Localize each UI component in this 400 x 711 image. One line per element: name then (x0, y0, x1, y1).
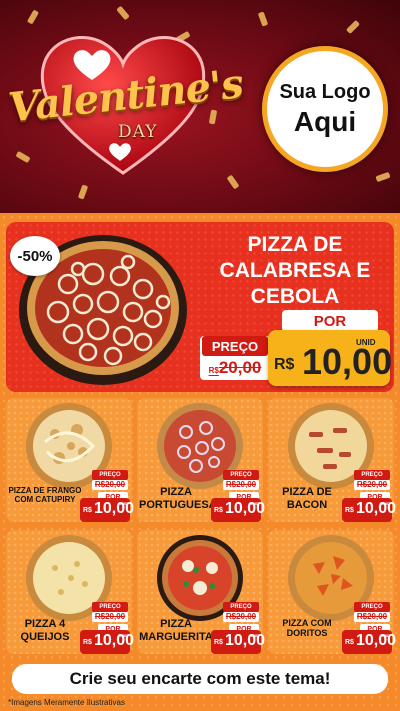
product-name: PIZZA MARGUERITA (139, 618, 213, 643)
cta-button[interactable]: Crie seu encarte com este tema! (12, 664, 388, 694)
logo-placeholder: Sua Logo Aqui (262, 46, 388, 172)
product-unit: UNID (118, 501, 128, 506)
product-currency: R$ (345, 507, 354, 514)
new-price-value: 10,00 (302, 341, 393, 382)
product-preco-label: PREÇO (354, 470, 390, 480)
product-new-price: R$ 10,00 UNID (211, 498, 265, 522)
valentines-subtitle: DAY (118, 122, 158, 142)
featured-por-label: POR (282, 310, 378, 332)
product-price: 10,00 (356, 632, 397, 649)
confetti-icon (257, 11, 269, 27)
product-preco-label: PREÇO (92, 470, 128, 480)
confetti-icon (375, 171, 391, 183)
product-old-price: R$20,00 (223, 612, 259, 622)
product-old-price: R$20,00 (354, 480, 390, 490)
product-new-price: R$ 10,00 UNID (80, 630, 134, 654)
old-price-value: 20,00 (218, 358, 262, 377)
product-name: PIZZA 4 QUEIJOS (20, 618, 70, 643)
product-price: 10,00 (94, 632, 135, 649)
product-preco-label: PREÇO (223, 470, 259, 480)
product-new-price: R$ 10,00 UNID (342, 630, 396, 654)
new-price-unit: UNID (356, 338, 376, 347)
featured-preco-label: PREÇO (202, 336, 268, 356)
logo-line2: Aqui (293, 105, 357, 137)
product-unit: UNID (380, 633, 390, 638)
featured-old-price: R$20,00 (202, 358, 268, 378)
product-price: 10,00 (356, 500, 397, 517)
product-price: 10,00 (94, 500, 135, 517)
balloon-heart-icon (109, 143, 131, 161)
confetti-icon (77, 184, 89, 200)
product-unit: UNID (249, 633, 259, 638)
product-preco-label: PREÇO (223, 602, 259, 612)
product-new-price: R$ 10,00 UNID (80, 498, 134, 522)
product-old-price: R$20,00 (354, 612, 390, 622)
disclaimer: *Imagens Meramente Ilustrativas (8, 698, 125, 707)
product-unit: UNID (249, 501, 259, 506)
product-new-price: R$ 10,00 UNID (211, 630, 265, 654)
logo-line1: Sua Logo (279, 80, 371, 103)
confetti-icon (116, 5, 130, 21)
product-name: PIZZA PORTUGUESA (139, 486, 217, 511)
product-price: 10,00 (225, 632, 266, 649)
product-old-price: R$20,00 (223, 480, 259, 490)
product-currency: R$ (214, 507, 223, 514)
product-new-price: R$ 10,00 UNID (342, 498, 396, 522)
product-unit: UNID (118, 633, 128, 638)
product-old-price: R$20,00 (92, 480, 128, 490)
product-currency: R$ (83, 639, 92, 646)
product-name: PIZZA COM DORITOS (282, 618, 332, 639)
old-price-currency: R$ (208, 366, 219, 375)
product-old-price: R$20,00 (92, 612, 128, 622)
product-name: PIZZA DE FRANGO COM CATUPIRY (8, 486, 82, 505)
discount-badge: -50% (10, 236, 60, 276)
product-price: 10,00 (225, 500, 266, 517)
confetti-icon (345, 19, 361, 35)
header-banner: Valentine's DAY Sua Logo Aqui (0, 0, 400, 213)
product-currency: R$ (214, 639, 223, 646)
confetti-icon (15, 150, 31, 164)
product-unit: UNID (380, 501, 390, 506)
featured-name: PIZZA DE CALABRESA E CEBOLA (219, 233, 371, 308)
product-name: PIZZA DE BACON (282, 486, 332, 511)
product-preco-label: PREÇO (92, 602, 128, 612)
new-price-currency: R$ (274, 356, 295, 373)
confetti-icon (208, 109, 218, 125)
product-currency: R$ (83, 507, 92, 514)
confetti-icon (26, 9, 40, 25)
product-currency: R$ (345, 639, 354, 646)
product-preco-label: PREÇO (354, 602, 390, 612)
confetti-icon (226, 174, 240, 190)
